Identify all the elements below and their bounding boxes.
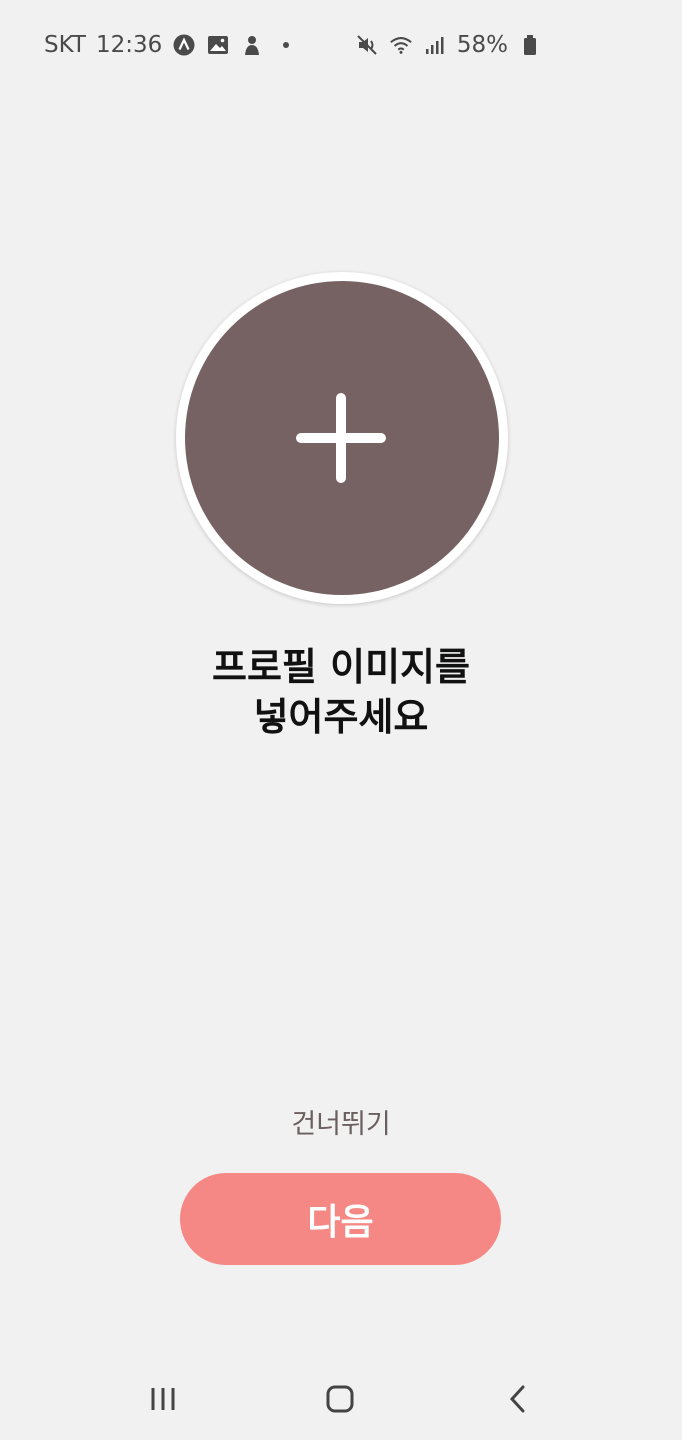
status-bar: SKT 12:36 58% [44,26,542,64]
wifi-icon [389,33,413,57]
battery-icon [518,33,542,57]
skip-link[interactable]: 건너뛰기 [0,1102,682,1141]
back-button[interactable] [491,1372,545,1426]
plus-icon [296,393,386,483]
home-icon [326,1385,354,1413]
back-icon [509,1385,525,1413]
app-a-icon [172,33,196,57]
status-left: SKT 12:36 [44,32,298,58]
more-dot-icon [274,33,298,57]
recents-button[interactable] [136,1372,190,1426]
avatar-notification-icon [240,33,264,57]
page-title: 프로필 이미지를 넣어주세요 [0,642,682,742]
home-button[interactable] [313,1372,367,1426]
recents-icon [151,1388,175,1410]
next-button[interactable]: 다음 [180,1173,501,1265]
clock: 12:36 [95,32,163,58]
gallery-icon [206,33,230,57]
title-line-1: 프로필 이미지를 [212,645,470,689]
title-line-2: 넣어주세요 [253,695,429,739]
status-right: 58% [355,32,542,58]
signal-icon [423,33,447,57]
carrier-label: SKT [44,32,86,58]
navigation-bar [0,1372,682,1426]
mute-vibrate-icon [355,33,379,57]
battery-percent: 58% [456,32,508,58]
